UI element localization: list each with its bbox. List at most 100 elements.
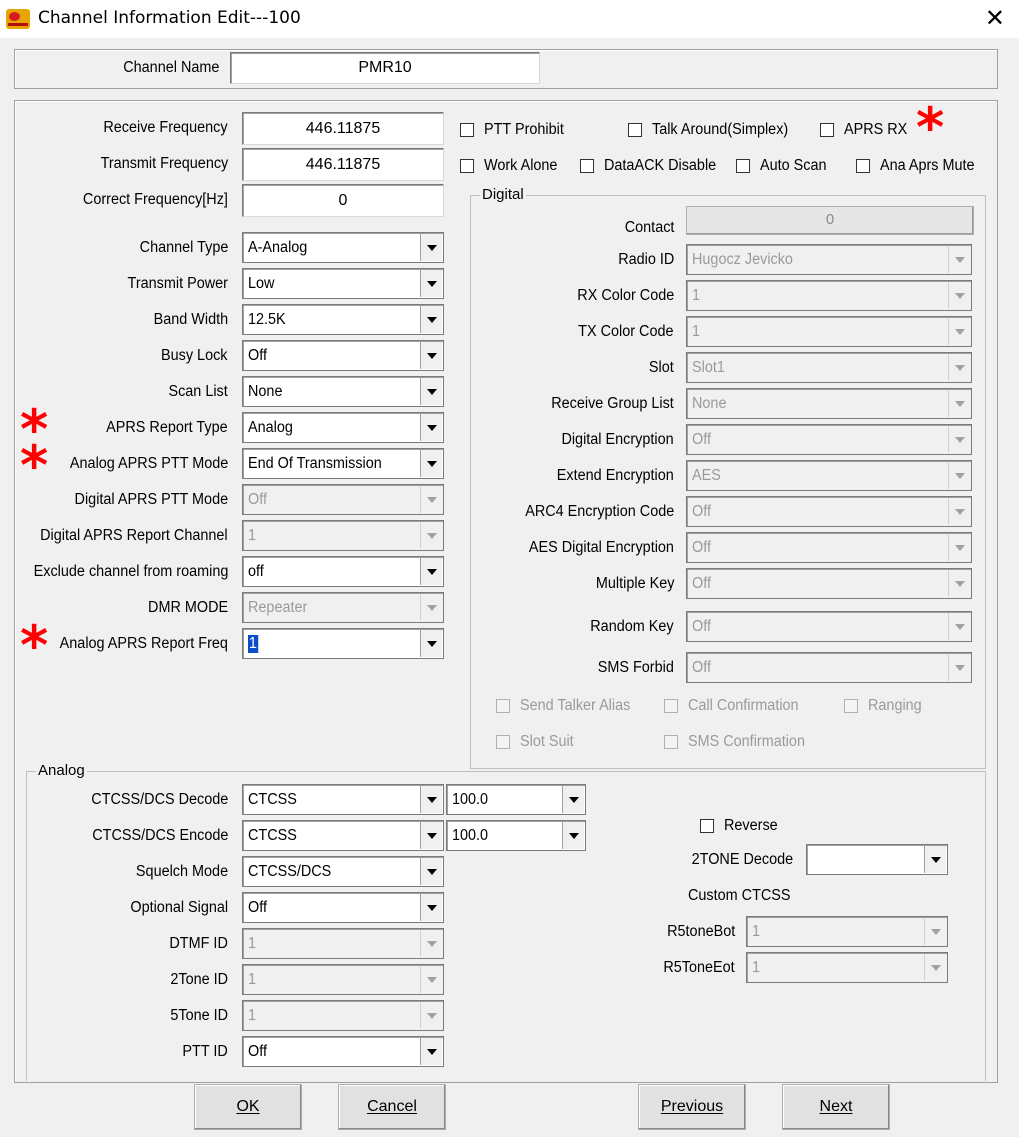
chevron-down-icon[interactable] xyxy=(420,786,442,813)
chevron-down-icon[interactable] xyxy=(420,858,442,885)
ranging-checkbox: Ranging xyxy=(844,697,926,715)
slot-suit-checkbox: Slot Suit xyxy=(496,733,578,751)
annotation-star: * xyxy=(916,96,945,159)
chevron-down-icon xyxy=(948,613,970,640)
extend-encryption-select: AES xyxy=(686,460,972,491)
chevron-down-icon[interactable] xyxy=(420,234,442,261)
correct-frequency-input[interactable]: 0 xyxy=(242,184,444,217)
chevron-down-icon xyxy=(948,426,970,453)
ctcss-encode-select[interactable]: CTCSS xyxy=(242,820,444,851)
ok-button[interactable]: OK xyxy=(194,1084,302,1130)
dtmf-id-label: DTMF ID xyxy=(169,935,228,952)
ana-aprs-mute-checkbox[interactable]: Ana Aprs Mute xyxy=(856,157,982,175)
scan-list-select[interactable]: None xyxy=(242,376,444,407)
five-tone-id-select: 1 xyxy=(242,1000,444,1031)
band-width-label: Band Width xyxy=(153,311,228,328)
work-alone-checkbox[interactable]: Work Alone xyxy=(460,157,563,175)
ctcss-encode-tone-select[interactable]: 100.0 xyxy=(446,820,586,851)
reverse-checkbox[interactable]: Reverse xyxy=(700,817,782,835)
random-key-label: Random Key xyxy=(590,618,674,635)
optional-signal-select[interactable]: Off xyxy=(242,892,444,923)
ptt-id-label: PTT ID xyxy=(182,1043,228,1060)
ctcss-decode-label: CTCSS/DCS Decode xyxy=(91,791,228,808)
chevron-down-icon[interactable] xyxy=(420,342,442,369)
aprs-report-type-select[interactable]: Analog xyxy=(242,412,444,443)
window-title: Channel Information Edit---100 xyxy=(38,8,301,28)
custom-ctcss-label: Custom CTCSS xyxy=(688,887,791,904)
channel-name-input[interactable]: PMR10 xyxy=(230,52,540,84)
chevron-down-icon xyxy=(948,570,970,597)
chevron-down-icon[interactable] xyxy=(420,378,442,405)
ctcss-encode-label: CTCSS/DCS Encode xyxy=(91,827,228,844)
auto-scan-checkbox[interactable]: Auto Scan xyxy=(736,157,832,175)
close-icon[interactable]: ✕ xyxy=(985,4,1005,32)
sms-forbid-label: SMS Forbid xyxy=(597,659,674,676)
busy-lock-select[interactable]: Off xyxy=(242,340,444,371)
channel-type-select[interactable]: A-Analog xyxy=(242,232,444,263)
transmit-power-select[interactable]: Low xyxy=(242,268,444,299)
digital-encryption-label: Digital Encryption xyxy=(561,431,674,448)
arc4-encryption-code-label: ARC4 Encryption Code xyxy=(524,503,674,520)
chevron-down-icon[interactable] xyxy=(420,450,442,477)
ctcss-decode-tone-select[interactable]: 100.0 xyxy=(446,784,586,815)
previous-button[interactable]: Previous xyxy=(638,1084,746,1130)
digital-encryption-select: Off xyxy=(686,424,972,455)
next-button[interactable]: Next xyxy=(782,1084,890,1130)
radio-id-label: Radio ID xyxy=(617,251,674,268)
receive-frequency-input[interactable]: 446.11875 xyxy=(242,112,444,145)
title-bar: Channel Information Edit---100 ✕ xyxy=(0,0,1019,38)
ptt-prohibit-checkbox[interactable]: PTT Prohibit xyxy=(460,121,570,139)
chevron-down-icon[interactable] xyxy=(420,414,442,441)
multiple-key-label: Multiple Key xyxy=(595,575,674,592)
chevron-down-icon xyxy=(924,918,946,945)
chevron-down-icon[interactable] xyxy=(420,1038,442,1065)
chevron-down-icon xyxy=(948,282,970,309)
cancel-button[interactable]: Cancel xyxy=(338,1084,446,1130)
analog-aprs-report-freq-select[interactable]: 1 xyxy=(242,628,444,659)
chevron-down-icon[interactable] xyxy=(420,822,442,849)
r5tone-eot-select: 1 xyxy=(746,952,948,983)
two-tone-id-label: 2Tone ID xyxy=(170,971,228,988)
squelch-mode-select[interactable]: CTCSS/DCS xyxy=(242,856,444,887)
busy-lock-label: Busy Lock xyxy=(161,347,228,364)
five-tone-id-label: 5Tone ID xyxy=(170,1007,228,1024)
r5tone-bot-select: 1 xyxy=(746,916,948,947)
receive-group-list-select: None xyxy=(686,388,972,419)
dmr-mode-label: DMR MODE xyxy=(147,599,228,616)
ctcss-decode-select[interactable]: CTCSS xyxy=(242,784,444,815)
annotation-star: * xyxy=(20,434,49,497)
chevron-down-icon xyxy=(948,654,970,681)
aprs-rx-checkbox[interactable]: APRS RX xyxy=(820,121,912,139)
rx-color-code-label: RX Color Code xyxy=(577,287,674,304)
radio-id-select: Hugocz Jevicko xyxy=(686,244,972,275)
band-width-select[interactable]: 12.5K xyxy=(242,304,444,335)
multiple-key-select: Off xyxy=(686,568,972,599)
chevron-down-icon xyxy=(420,930,442,957)
receive-frequency-label: Receive Frequency xyxy=(103,119,228,136)
r5tone-bot-label: R5toneBot xyxy=(666,923,735,940)
channel-name-label: Channel Name xyxy=(122,59,219,76)
transmit-frequency-input[interactable]: 446.11875 xyxy=(242,148,444,181)
chevron-down-icon[interactable] xyxy=(562,786,584,813)
send-talker-alias-checkbox: Send Talker Alias xyxy=(496,697,639,715)
exclude-roaming-select[interactable]: off xyxy=(242,556,444,587)
chevron-down-icon xyxy=(420,966,442,993)
chevron-down-icon xyxy=(948,534,970,561)
chevron-down-icon[interactable] xyxy=(420,558,442,585)
chevron-down-icon[interactable] xyxy=(924,846,946,873)
chevron-down-icon xyxy=(948,354,970,381)
scan-list-label: Scan List xyxy=(168,383,228,400)
two-tone-decode-label: 2TONE Decode xyxy=(691,851,793,868)
chevron-down-icon[interactable] xyxy=(562,822,584,849)
chevron-down-icon[interactable] xyxy=(420,270,442,297)
analog-aprs-ptt-mode-select[interactable]: End Of Transmission xyxy=(242,448,444,479)
chevron-down-icon[interactable] xyxy=(420,630,442,657)
talk-around-checkbox[interactable]: Talk Around(Simplex) xyxy=(628,121,798,139)
digital-aprs-report-channel-label: Digital APRS Report Channel xyxy=(40,527,228,544)
chevron-down-icon[interactable] xyxy=(420,894,442,921)
two-tone-decode-select[interactable] xyxy=(806,844,948,875)
chevron-down-icon[interactable] xyxy=(420,306,442,333)
dataack-disable-checkbox[interactable]: DataACK Disable xyxy=(580,157,725,175)
squelch-mode-label: Squelch Mode xyxy=(135,863,228,880)
ptt-id-select[interactable]: Off xyxy=(242,1036,444,1067)
